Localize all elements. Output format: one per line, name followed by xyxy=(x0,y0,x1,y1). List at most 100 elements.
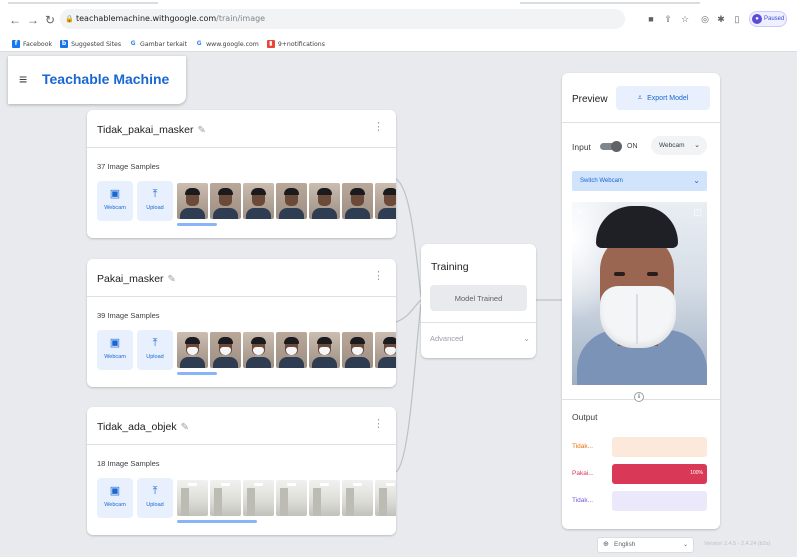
crop-icon[interactable]: ⌗ xyxy=(577,207,582,218)
confidence-bar: 100% xyxy=(612,464,707,484)
upload-label: Upload xyxy=(146,502,164,508)
extension-icon[interactable]: ◎ xyxy=(700,14,710,24)
bookmark-notifications[interactable]: ▮ 9+notifications xyxy=(266,40,325,48)
switch-webcam-select[interactable]: Switch Webcam ⌄ xyxy=(572,171,707,191)
advanced-toggle[interactable]: Advanced ⌄ xyxy=(430,330,530,348)
class-name[interactable]: Pakai_masker ✎ xyxy=(97,273,176,285)
sample-thumbnail[interactable] xyxy=(276,480,307,516)
bookmark-suggested-sites[interactable]: b Suggested Sites xyxy=(60,40,121,48)
thumbnail-scrollbar[interactable] xyxy=(177,223,217,226)
sample-thumbnail[interactable] xyxy=(342,480,373,516)
sample-thumbnail[interactable] xyxy=(309,480,340,516)
class-card-tidak-ada-objek: Tidak_ada_objek ✎ ⋮ 18 Image Samples ▣ Web… xyxy=(87,407,396,535)
pencil-icon[interactable]: ✎ xyxy=(168,274,176,285)
class-name[interactable]: Tidak_pakai_masker ✎ xyxy=(97,124,206,136)
sample-thumbnails[interactable] xyxy=(177,183,396,219)
bookmark-label: 9+notifications xyxy=(277,40,325,48)
sample-thumbnail[interactable] xyxy=(276,183,307,219)
export-label: Export Model xyxy=(647,95,689,102)
more-options-icon[interactable]: ⋮ xyxy=(373,122,384,133)
notification-icon: ▮ xyxy=(266,40,275,48)
bookmarks-bar: f Facebook b Suggested Sites G Gambar terka… xyxy=(12,38,325,50)
address-bar[interactable]: 🔒 teachablemachine.withgoogle.com/train/… xyxy=(60,9,625,29)
upload-label: Upload xyxy=(146,354,164,360)
webcam-button[interactable]: ▣ Webcam xyxy=(97,330,133,370)
puzzle-icon[interactable]: ✱ xyxy=(716,14,726,24)
output-class-label: Tidak... xyxy=(572,443,594,450)
language-select[interactable]: ⊕ English ⌄ xyxy=(597,537,694,553)
camera-indicator-icon[interactable]: ■ xyxy=(646,14,656,24)
class-header: Pakai_masker ✎ ⋮ xyxy=(87,259,396,297)
upload-icon: ⤒ xyxy=(152,188,158,200)
upload-icon: ⤒ xyxy=(152,337,158,349)
class-card-tidak-pakai-masker: Tidak_pakai_masker ✎ ⋮ 37 Image Samples ▣… xyxy=(87,110,396,238)
webcam-button[interactable]: ▣ Webcam xyxy=(97,181,133,221)
input-source-select[interactable]: Webcam ⌄ xyxy=(651,136,707,155)
language-value: English xyxy=(614,541,636,548)
sample-thumbnail[interactable] xyxy=(243,183,274,219)
forward-button[interactable]: → xyxy=(26,13,40,27)
sample-thumbnail[interactable] xyxy=(210,183,241,219)
more-options-icon[interactable]: ⋮ xyxy=(373,419,384,430)
train-model-button[interactable]: Model Trained xyxy=(430,285,527,311)
hamburger-menu-icon[interactable]: ≡ xyxy=(19,72,27,86)
switch-webcam-label: Switch Webcam xyxy=(580,178,623,184)
bookmark-label: Gambar terkait xyxy=(140,40,188,48)
output-class-label: Pakai... xyxy=(572,470,594,477)
toggle-knob xyxy=(611,141,622,152)
brand-header: ≡ Teachable Machine xyxy=(8,56,186,104)
sample-thumbnails[interactable] xyxy=(177,480,396,516)
bookmark-facebook[interactable]: f Facebook xyxy=(12,40,52,48)
sample-thumbnail[interactable] xyxy=(375,183,396,219)
sample-thumbnail[interactable] xyxy=(342,183,373,219)
sample-count: 37 Image Samples xyxy=(97,162,160,171)
sample-thumbnail[interactable] xyxy=(375,480,396,516)
sidepanel-icon[interactable]: ▯ xyxy=(732,14,742,24)
output-row: Tidak... xyxy=(572,437,707,457)
upload-label: Upload xyxy=(146,205,164,211)
thumbnail-scrollbar[interactable] xyxy=(177,520,257,523)
sample-thumbnail[interactable] xyxy=(243,480,274,516)
more-options-icon[interactable]: ⋮ xyxy=(373,271,384,282)
class-name[interactable]: Tidak_ada_objek ✎ xyxy=(97,421,189,433)
star-icon[interactable]: ☆ xyxy=(680,14,690,24)
reload-button[interactable]: ↻ xyxy=(43,13,57,27)
class-name-text: Pakai_masker xyxy=(97,273,164,285)
upload-button[interactable]: ⤒ Upload xyxy=(137,478,173,518)
sample-thumbnail[interactable] xyxy=(342,332,373,368)
output-row: Pakai... 100% xyxy=(572,464,707,484)
profile-button[interactable]: ● Paused xyxy=(749,11,787,27)
pencil-icon[interactable]: ✎ xyxy=(181,422,189,433)
sample-thumbnail[interactable] xyxy=(309,183,340,219)
tab-strip-line xyxy=(520,2,700,4)
sample-thumbnail[interactable] xyxy=(177,480,208,516)
sample-thumbnail[interactable] xyxy=(375,332,396,368)
sample-thumbnail[interactable] xyxy=(210,480,241,516)
resize-handle-icon[interactable]: ⇓ xyxy=(634,392,644,402)
input-toggle[interactable] xyxy=(600,141,622,152)
bookmark-gambar-terkait[interactable]: G Gambar terkait xyxy=(129,40,187,48)
app-title: Teachable Machine xyxy=(42,71,170,87)
upload-button[interactable]: ⤒ Upload xyxy=(137,330,173,370)
toggle-state-label: ON xyxy=(627,143,638,150)
pencil-icon[interactable]: ✎ xyxy=(198,125,206,136)
sample-thumbnail[interactable] xyxy=(210,332,241,368)
upload-button[interactable]: ⤒ Upload xyxy=(137,181,173,221)
share-icon[interactable]: ⇪ xyxy=(663,14,673,24)
webcam-button[interactable]: ▣ Webcam xyxy=(97,478,133,518)
ie-icon: b xyxy=(60,40,69,48)
sample-thumbnail[interactable] xyxy=(177,183,208,219)
sample-thumbnail[interactable] xyxy=(276,332,307,368)
class-name-text: Tidak_ada_objek xyxy=(97,421,177,433)
sample-thumbnails[interactable] xyxy=(177,332,396,368)
sample-thumbnail[interactable] xyxy=(309,332,340,368)
export-model-button[interactable]: ⩡ Export Model xyxy=(616,86,710,110)
thumbnail-scrollbar[interactable] xyxy=(177,372,217,375)
preview-panel: Preview ⩡ Export Model Input ON Webcam ⌄ … xyxy=(562,73,720,529)
sample-thumbnail[interactable] xyxy=(243,332,274,368)
sample-thumbnail[interactable] xyxy=(177,332,208,368)
flip-icon[interactable]: ◫ xyxy=(693,207,702,218)
chevron-down-icon: ⌄ xyxy=(682,542,688,548)
bookmark-google[interactable]: Gwww.google.com xyxy=(195,40,259,48)
back-button[interactable]: ← xyxy=(8,13,22,27)
